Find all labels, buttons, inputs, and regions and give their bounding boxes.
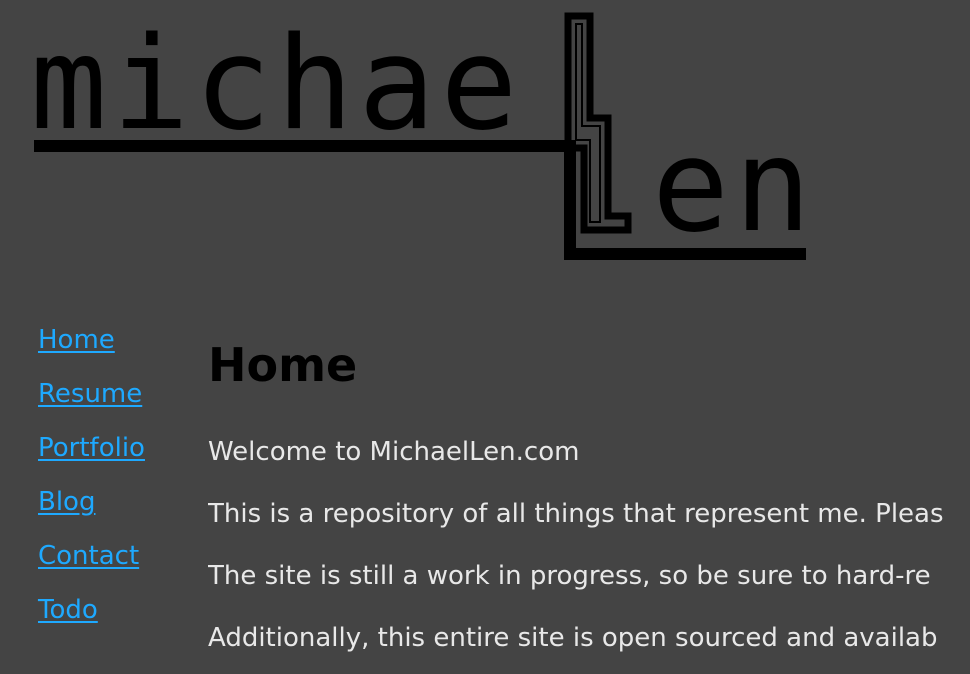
nav-link-blog[interactable]: Blog xyxy=(38,487,95,517)
nav-item-todo: Todo xyxy=(38,590,145,644)
page: michae en Home Resume Portfolio Blog Con… xyxy=(0,0,970,674)
side-nav: Home Resume Portfolio Blog Contact Todo xyxy=(38,320,145,644)
nav-link-contact[interactable]: Contact xyxy=(38,541,139,571)
welcome-paragraph: Welcome to MichaelLen.com xyxy=(208,437,580,467)
progress-paragraph: The site is still a work in progress, so… xyxy=(208,561,931,591)
nav-link-resume[interactable]: Resume xyxy=(38,379,142,409)
nav-link-portfolio[interactable]: Portfolio xyxy=(38,433,145,463)
intro-paragraph: This is a repository of all things that … xyxy=(208,499,944,529)
page-title: Home xyxy=(208,338,358,392)
nav-item-home: Home xyxy=(38,320,145,374)
nav-item-contact: Contact xyxy=(38,536,145,590)
nav-item-resume: Resume xyxy=(38,374,145,428)
nav-item-portfolio: Portfolio xyxy=(38,428,145,482)
nav-item-blog: Blog xyxy=(38,482,145,536)
nav-link-todo[interactable]: Todo xyxy=(38,595,98,625)
logo-text-en: en xyxy=(652,112,816,261)
main-content: Home Welcome to MichaelLen.com This is a… xyxy=(208,325,970,669)
site-logo[interactable]: michae en xyxy=(0,0,970,290)
nav-link-home[interactable]: Home xyxy=(38,325,115,355)
logo-text-michae: michae xyxy=(30,10,522,159)
open-source-paragraph: Additionally, this entire site is open s… xyxy=(208,623,938,653)
